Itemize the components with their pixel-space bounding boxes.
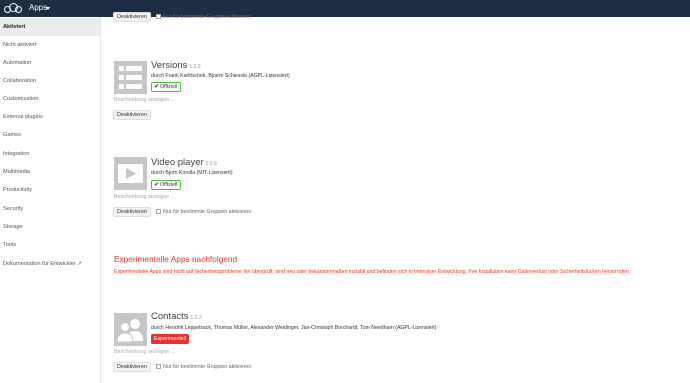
app-menu-title[interactable]: Apps [29,3,47,12]
sidebar-item-tools[interactable]: Tools [0,236,100,254]
sidebar-item-security[interactable]: Security [0,200,100,218]
show-description-link[interactable]: Beschreibung anzeigen ... [114,194,175,200]
checkmark-icon: ✔ [154,182,160,188]
sidebar-item-collaboration[interactable]: Collaboration [0,72,100,90]
experimental-heading: Experimentelle Apps nachfolgend [114,254,238,264]
app-name: Versions 1.2.0 [151,60,201,71]
group-checkbox[interactable] [156,14,161,19]
sidebar-item-automation[interactable]: Automation [0,54,100,72]
experimental-warning: Experimentelle Apps sind nicht auf Siche… [114,269,631,275]
sidebar-item-multimedia[interactable]: Multimedia [0,163,100,181]
versions-list-icon [114,61,147,94]
group-checkbox[interactable] [156,364,161,369]
sidebar-item-customization[interactable]: Customization [0,90,100,108]
official-badge: ✔Offiziell [151,180,182,190]
sidebar-item-games[interactable]: Games [0,126,100,144]
deactivate-button[interactable]: Deaktivieren [113,362,151,372]
show-description-link[interactable]: Beschreibung anzeigen ... [114,97,175,103]
group-checkbox-label: Nur für bestimmte Gruppen aktivieren [163,364,252,370]
sidebar-item-developer-docs[interactable]: Dokumentation für Entwickler ↗ [0,255,100,273]
sidebar-item-productivity[interactable]: Productivity [0,181,100,199]
sidebar-item-storage[interactable]: Storage [0,218,100,236]
app-authors: durch Bjorn Korella (MIT-Lizensiert) [151,170,233,176]
app-authors: durch Frank Karlitschek, Bjoern Schiessl… [151,73,290,79]
logo-icon[interactable] [4,3,22,14]
official-badge: ✔Offiziell [151,82,182,92]
contacts-icon [114,313,147,346]
group-checkbox[interactable] [156,209,161,214]
app-name: Contacts 1.5.3 [151,311,202,322]
deactivate-button[interactable]: Deaktivieren [113,110,151,120]
checkmark-icon: ✔ [154,84,160,90]
group-checkbox-label: Nur für bestimmte Gruppen aktivieren [163,14,252,20]
group-checkbox-label: Nur für bestimmte Gruppen aktivieren [163,209,252,215]
app-name: Video player 0.9.8 [151,157,217,168]
sidebar: Aktiviert Nicht aktiviert Automation Col… [0,17,101,383]
show-description-link[interactable]: Beschreibung anzeigen ... [114,349,175,355]
app-list: Deaktivieren Nur für bestimmte Gruppen a… [101,12,690,383]
deactivate-button[interactable]: Deaktivieren [113,207,151,217]
top-bar: Apps [0,0,690,17]
sidebar-item-aktiviert[interactable]: Aktiviert [0,18,100,36]
play-icon [114,157,147,190]
sidebar-item-nicht-aktiviert[interactable]: Nicht aktiviert [0,36,100,54]
sidebar-item-external-plugins[interactable]: External plugins [0,108,100,126]
sidebar-item-integration[interactable]: Integration [0,145,100,163]
experimental-badge: Experimentell [151,334,190,344]
app-authors: durch Hendrik Leppelsack, Thomas Müller,… [151,325,437,331]
deactivate-button[interactable]: Deaktivieren [113,12,151,22]
chevron-down-icon[interactable] [46,7,50,10]
